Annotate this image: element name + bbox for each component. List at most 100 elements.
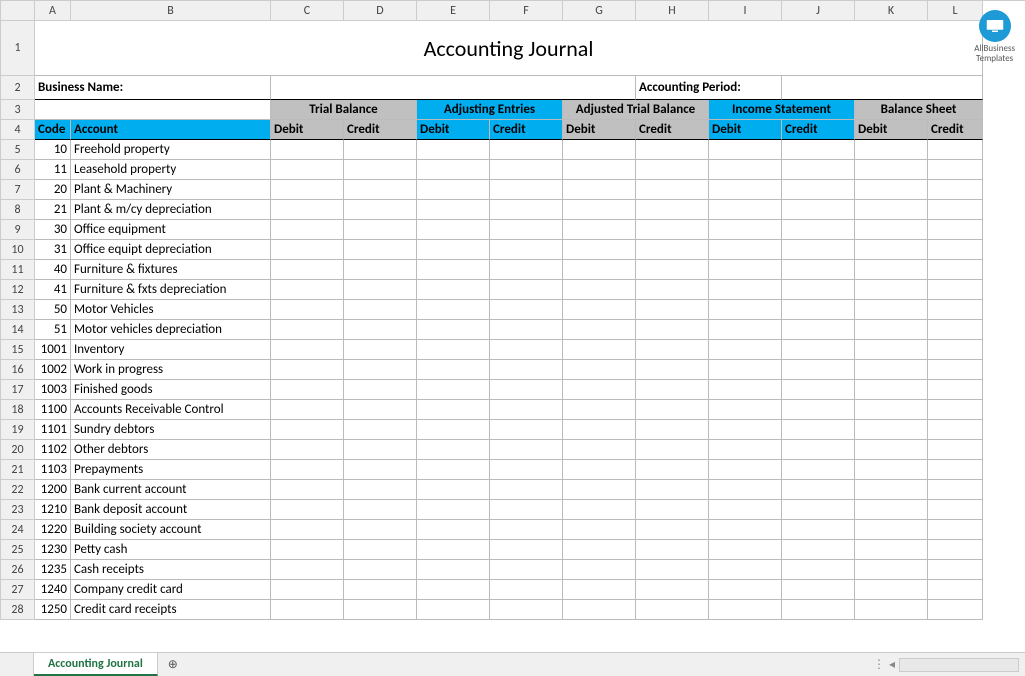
cell-account[interactable]: Plant & m/cy depreciation [71, 200, 271, 220]
cell-value[interactable] [490, 280, 563, 300]
cell-value[interactable] [490, 160, 563, 180]
cell-value[interactable] [490, 560, 563, 580]
cell-value[interactable] [490, 600, 563, 620]
cell-value[interactable] [782, 240, 855, 260]
cell-value[interactable] [490, 500, 563, 520]
cell-value[interactable] [563, 600, 636, 620]
cell-value[interactable] [490, 320, 563, 340]
cell-value[interactable] [344, 460, 417, 480]
cell-code[interactable]: 1100 [35, 400, 71, 420]
cell-value[interactable] [271, 180, 344, 200]
cell-value[interactable] [855, 240, 928, 260]
cell-value[interactable] [855, 360, 928, 380]
cell-code[interactable]: 31 [35, 240, 71, 260]
row-header-18[interactable]: 18 [1, 400, 35, 420]
cell-value[interactable] [417, 560, 490, 580]
cell-value[interactable] [636, 520, 709, 540]
cell-value[interactable] [344, 320, 417, 340]
cell-value[interactable] [928, 280, 983, 300]
row-header-7[interactable]: 7 [1, 180, 35, 200]
cell-value[interactable] [709, 460, 782, 480]
cell-value[interactable] [563, 140, 636, 160]
cell-value[interactable] [563, 480, 636, 500]
cell-account[interactable]: Office equipt depreciation [71, 240, 271, 260]
cell-value[interactable] [417, 340, 490, 360]
cell-value[interactable] [490, 140, 563, 160]
cell-account[interactable]: Plant & Machinery [71, 180, 271, 200]
col-header-A[interactable]: A [35, 1, 71, 21]
cell-value[interactable] [782, 300, 855, 320]
cell-value[interactable] [928, 460, 983, 480]
cell-value[interactable] [928, 360, 983, 380]
cell-value[interactable] [636, 540, 709, 560]
cell-value[interactable] [855, 380, 928, 400]
cell-value[interactable] [563, 300, 636, 320]
cell-value[interactable] [563, 420, 636, 440]
cell-value[interactable] [271, 200, 344, 220]
cell-value[interactable] [271, 460, 344, 480]
cell-value[interactable] [928, 400, 983, 420]
cell-value[interactable] [344, 420, 417, 440]
cell-value[interactable] [490, 380, 563, 400]
cell-value[interactable] [709, 200, 782, 220]
cell-value[interactable] [563, 520, 636, 540]
cell-value[interactable] [636, 280, 709, 300]
cell-value[interactable] [344, 140, 417, 160]
row-header-24[interactable]: 24 [1, 520, 35, 540]
cell-value[interactable] [928, 540, 983, 560]
cell-value[interactable] [782, 420, 855, 440]
cell-value[interactable] [709, 340, 782, 360]
cell-value[interactable] [563, 240, 636, 260]
cell-account[interactable]: Accounts Receivable Control [71, 400, 271, 420]
cell-value[interactable] [417, 380, 490, 400]
add-sheet-button[interactable]: ⊕ [158, 653, 188, 676]
row-header-4[interactable]: 4 [1, 120, 35, 140]
cell-value[interactable] [344, 600, 417, 620]
cell-value[interactable] [855, 400, 928, 420]
cell-value[interactable] [709, 160, 782, 180]
cell-value[interactable] [563, 280, 636, 300]
cell-value[interactable] [344, 240, 417, 260]
cell-value[interactable] [563, 320, 636, 340]
cell-value[interactable] [563, 180, 636, 200]
row-header-17[interactable]: 17 [1, 380, 35, 400]
cell-value[interactable] [271, 280, 344, 300]
cell-value[interactable] [344, 400, 417, 420]
cell-code[interactable]: 30 [35, 220, 71, 240]
cell-value[interactable] [490, 540, 563, 560]
cell-value[interactable] [271, 440, 344, 460]
cell-code[interactable]: 21 [35, 200, 71, 220]
cell-value[interactable] [417, 520, 490, 540]
row-header-11[interactable]: 11 [1, 260, 35, 280]
cell-value[interactable] [490, 400, 563, 420]
cell-value[interactable] [271, 160, 344, 180]
cell-value[interactable] [417, 200, 490, 220]
cell-value[interactable] [563, 580, 636, 600]
cell-value[interactable] [636, 460, 709, 480]
business-name-field[interactable] [271, 76, 636, 100]
cell-value[interactable] [636, 300, 709, 320]
row-header-25[interactable]: 25 [1, 540, 35, 560]
cell-value[interactable] [928, 520, 983, 540]
cell-value[interactable] [709, 580, 782, 600]
cell-value[interactable] [855, 500, 928, 520]
accounting-period-field[interactable] [782, 76, 983, 100]
row-header-8[interactable]: 8 [1, 200, 35, 220]
row-header-2[interactable]: 2 [1, 76, 35, 100]
cell-value[interactable] [782, 180, 855, 200]
cell-value[interactable] [636, 600, 709, 620]
cell-value[interactable] [344, 300, 417, 320]
cell-value[interactable] [928, 380, 983, 400]
cell-value[interactable] [782, 340, 855, 360]
cell-value[interactable] [636, 500, 709, 520]
cell-value[interactable] [636, 420, 709, 440]
cell-value[interactable] [636, 380, 709, 400]
cell-code[interactable]: 1002 [35, 360, 71, 380]
cell-account[interactable]: Finished goods [71, 380, 271, 400]
cell-value[interactable] [636, 260, 709, 280]
cell-value[interactable] [490, 240, 563, 260]
cell-value[interactable] [417, 260, 490, 280]
cell-value[interactable] [709, 260, 782, 280]
cell-value[interactable] [563, 360, 636, 380]
cell-value[interactable] [928, 500, 983, 520]
